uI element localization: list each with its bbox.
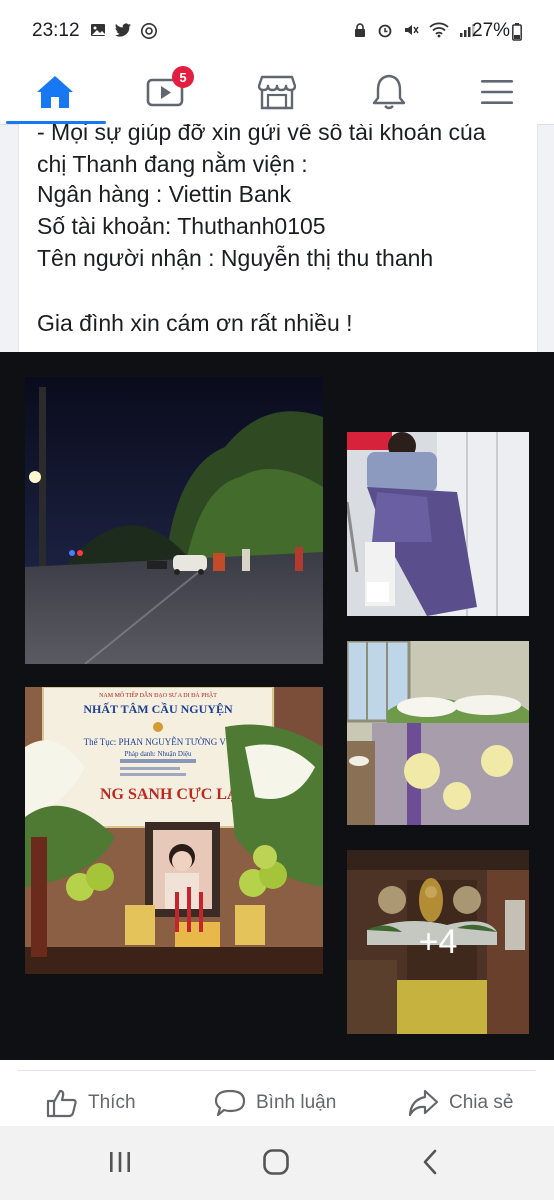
hamburger-icon xyxy=(481,80,513,104)
twitter-icon xyxy=(115,23,131,37)
tab-notifications[interactable] xyxy=(338,62,440,122)
recent-apps-button[interactable] xyxy=(107,1150,133,1174)
photo-hospital[interactable] xyxy=(347,432,529,616)
photo-gallery: NAM MÔ TIẾP DẪN ĐẠO SƯ A DI ĐÀ PHẬT NHẤT… xyxy=(0,352,554,1060)
system-navigation-bar xyxy=(0,1126,554,1200)
like-label: Thích xyxy=(88,1092,136,1113)
mute-icon xyxy=(405,25,419,35)
post-action-bar: Thích Bình luận Chia sẻ xyxy=(0,1060,554,1126)
post-line: Tên người nhận : Nguyễn thị thu thanh xyxy=(37,245,434,271)
comment-icon xyxy=(214,1089,246,1117)
home-icon xyxy=(37,76,73,108)
share-label: Chia sẻ xyxy=(449,1092,514,1113)
share-icon xyxy=(408,1089,439,1117)
photo-altar-room-more[interactable]: +4 xyxy=(347,850,529,1034)
at-icon xyxy=(141,23,157,39)
lock-status-icon xyxy=(355,23,365,37)
facebook-tab-bar: 5 xyxy=(0,62,554,125)
photo-night-road[interactable] xyxy=(25,377,323,664)
status-time: 23:12 xyxy=(32,20,80,41)
comment-label: Bình luận xyxy=(256,1092,337,1113)
share-button[interactable]: Chia sẻ xyxy=(407,1088,513,1118)
tab-home[interactable] xyxy=(4,62,106,122)
photo-altar[interactable]: NAM MÔ TIẾP DẪN ĐẠO SƯ A DI ĐÀ PHẬT NHẤT… xyxy=(25,687,323,974)
back-button[interactable] xyxy=(420,1148,440,1176)
like-button[interactable]: Thích xyxy=(46,1088,136,1118)
home-button[interactable] xyxy=(262,1148,290,1176)
banner-bottom-text: NG SANH CỰC LẠC xyxy=(100,786,250,803)
banner-top-text: NAM MÔ TIẾP DẪN ĐẠO SƯ A DI ĐÀ PHẬT xyxy=(99,691,217,699)
divider xyxy=(18,1070,536,1071)
store-icon xyxy=(258,75,296,110)
post-line: - Mọi sự giúp đỡ xin gửi về số tài khoản… xyxy=(37,124,486,145)
watch-badge: 5 xyxy=(172,66,194,88)
post-line: Ngân hàng : Viettin Bank xyxy=(37,181,292,207)
banner-dharma-text: Pháp danh: Nhuận Diệu xyxy=(124,750,192,758)
post-line: chị Thanh đang nằm viện : xyxy=(37,151,308,177)
alarm-icon xyxy=(378,24,392,38)
thumbs-up-icon xyxy=(46,1089,77,1118)
tab-marketplace[interactable] xyxy=(226,62,328,122)
post-line: Số tài khoản: Thuthanh0105 xyxy=(37,213,326,239)
comment-button[interactable]: Bình luận xyxy=(214,1088,336,1118)
banner-name-text: Thế Tục: PHAN NGUYỄN TƯỜNG VY xyxy=(84,736,233,747)
banner-title-text: NHẤT TÂM CẦU NGUYỆN xyxy=(83,701,233,716)
battery-percent: 27% xyxy=(472,20,511,41)
post-line: Gia đình xin cám ơn rất nhiều ! xyxy=(37,310,353,336)
gallery-icon xyxy=(91,24,105,36)
battery-icon xyxy=(512,23,522,41)
wifi-icon xyxy=(429,22,449,38)
photo-coffin-flowers[interactable] xyxy=(347,641,529,825)
more-photos-count: +4 xyxy=(347,850,529,1034)
status-bar: 23:12 27% xyxy=(0,0,554,62)
post-body: - Mọi sự giúp đỡ xin gửi về số tài khoản… xyxy=(18,124,538,352)
tab-watch[interactable] xyxy=(114,62,216,122)
bell-icon xyxy=(372,74,406,110)
tab-menu[interactable] xyxy=(446,62,548,122)
